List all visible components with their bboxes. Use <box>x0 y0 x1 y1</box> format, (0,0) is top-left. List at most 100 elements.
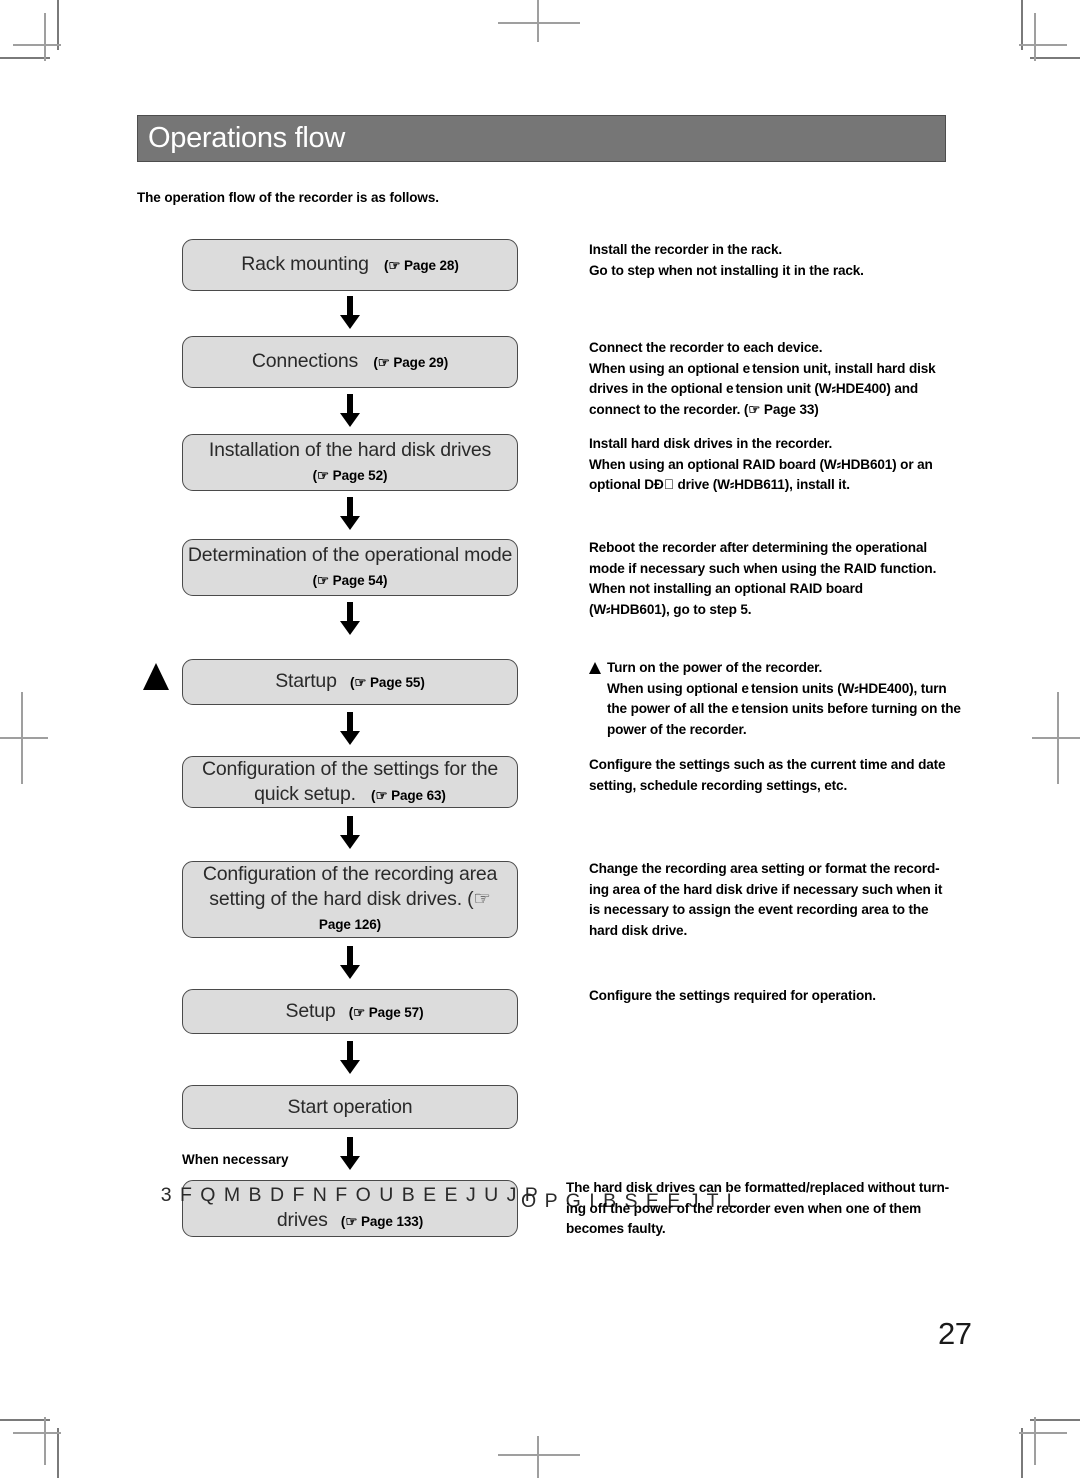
note-line: power of the recorder. <box>607 721 747 737</box>
flow-box-label: Rack mounting <box>241 253 369 275</box>
note-line: drives in the optional e tension unit (W… <box>589 381 919 396</box>
flow-box-replacement-addition-hard-disk-drives: 3 F Q M B D F N F O U B E E J U J P driv… <box>161 1180 538 1237</box>
note-startup: Turn on the power of the recorder. When … <box>589 658 997 740</box>
note-line: Go to step when not installing it in the… <box>589 262 864 278</box>
note-rack-mounting: Install the recorder in the rack. Go to … <box>589 240 989 281</box>
down-arrow-icon <box>338 497 362 531</box>
note-quick-setup: Configure the settings such as the curre… <box>589 755 989 796</box>
down-arrow-icon <box>338 946 362 980</box>
flow-box-label: Configuration of the settings for the <box>201 757 499 780</box>
down-arrow-icon <box>338 1137 362 1171</box>
flow-box-rack-mounting: Rack mounting (☞ Page 28) <box>182 239 518 291</box>
registration-mark-left-horizontal <box>0 737 48 739</box>
note-recording-area: Change the recording area setting or for… <box>589 859 989 941</box>
note-line: hard disk drive. <box>589 922 688 938</box>
flow-box-quick-setup-configuration: Configuration of the settings for the qu… <box>182 756 518 808</box>
note-line: Configure the settings such as the curre… <box>589 757 946 772</box>
flow-box-label-second: setting of the hard disk drives. (☞ <box>209 888 491 910</box>
note-line: Change the recording area setting or for… <box>589 861 940 876</box>
flow-box-label: Configuration of the recording area <box>202 863 498 885</box>
flow-box-page-ref[interactable]: (☞ Page 63) <box>371 788 446 803</box>
crop-mark-bottom-right-inner-vertical <box>1034 1417 1036 1465</box>
flow-box-page-ref[interactable]: Page 126) <box>319 912 381 937</box>
note-line: the power of all the e tension units bef… <box>607 701 961 716</box>
crop-mark-top-right-vertical <box>1021 0 1023 50</box>
note-connections: Connect the recorder to each device. Whe… <box>589 338 989 420</box>
section-header-band: Operations flow <box>137 115 946 162</box>
crop-mark-bottom-left-inner-horizontal <box>13 1432 61 1434</box>
note-line: setting, schedule recording settings, et… <box>589 777 848 793</box>
crop-mark-bottom-left-horizontal <box>0 1419 50 1421</box>
note-line: When using an optional e tension unit, i… <box>589 360 936 376</box>
note-line: is necessary to assign the event recordi… <box>589 902 929 917</box>
note-line: optional DƉ⃝ drive (W⸗HDB611), install i… <box>589 477 850 492</box>
note-line: connect to the recorder. (☞ Page 33) <box>589 401 819 417</box>
registration-mark-bottom-center-horizontal <box>498 1454 580 1456</box>
flow-box-label: Start operation <box>287 1095 413 1118</box>
crop-mark-top-right-horizontal <box>1030 57 1080 59</box>
flow-box-page-ref[interactable]: (☞ Page 57) <box>349 1005 424 1020</box>
flow-box-connections: Connections (☞ Page 29) <box>182 336 518 388</box>
flow-box-page-ref[interactable]: (☞ Page 54) <box>313 568 388 593</box>
note-line: Install hard disk drives in the recorder… <box>589 436 833 451</box>
note-line: When using an optional RAID board (W⸗HDB… <box>589 456 933 472</box>
down-arrow-icon <box>338 602 362 636</box>
flow-box-page-ref[interactable]: (☞ Page 133) <box>341 1214 423 1229</box>
note-replacement: The hard disk drives can be formatted/re… <box>566 1178 996 1240</box>
registration-mark-top-center-vertical <box>537 0 539 42</box>
note-line: When using optional e tension units (W⸗H… <box>607 680 947 696</box>
note-line: mode if necessary such when using the RA… <box>589 560 937 576</box>
flow-box-page-ref[interactable]: (☞ Page 55) <box>350 675 425 690</box>
crop-mark-top-left-vertical <box>57 0 59 50</box>
note-line: ing area of the hard disk drive if neces… <box>589 881 943 897</box>
intro-text: The operation flow of the recorder is as… <box>137 190 439 205</box>
registration-mark-right-horizontal <box>1032 737 1080 739</box>
flow-box-label-second: drives <box>276 1209 328 1231</box>
flow-box-label: Startup <box>275 670 337 692</box>
flow-box-label-second: quick setup. <box>254 782 356 805</box>
crop-mark-bottom-left-vertical <box>57 1428 59 1478</box>
note-line: Install the recorder in the rack. <box>589 242 782 257</box>
down-arrow-icon <box>338 712 362 746</box>
flow-box-determination-operational-mode: Determination of the operational mode (☞… <box>182 539 518 596</box>
flow-box-start-operation: Start operation <box>182 1085 518 1129</box>
flow-box-page-ref[interactable]: (☞ Page 52) <box>313 463 388 488</box>
page-title: Operations flow <box>148 121 345 154</box>
flow-box-label: Installation of the hard disk drives <box>208 438 492 461</box>
flow-box-startup: Startup (☞ Page 55) <box>182 659 518 705</box>
flow-box-page-ref[interactable]: (☞ Page 29) <box>373 355 448 370</box>
crop-mark-bottom-left-inner-vertical <box>44 1417 46 1465</box>
note-line: becomes faulty. <box>566 1221 666 1236</box>
down-arrow-icon <box>338 816 362 850</box>
note-line: (W⸗HDB601), go to step 5. <box>589 601 752 617</box>
note-installation: Install hard disk drives in the recorder… <box>589 434 989 496</box>
crop-mark-top-right-inner-horizontal <box>1019 44 1067 46</box>
flow-box-label: Determination of the operational mode <box>187 543 513 566</box>
crop-mark-top-right-inner-vertical <box>1034 13 1036 61</box>
down-arrow-icon <box>338 1041 362 1075</box>
note-line: Turn on the power of the recorder. <box>607 660 823 675</box>
note-line: Configure the settings required for oper… <box>589 988 876 1003</box>
flow-box-installation-hard-disk-drives: Installation of the hard disk drives (☞ … <box>182 434 518 491</box>
flow-box-label: 3 F Q M B D F N F O U B E E J U J P <box>160 1184 540 1206</box>
when-necessary-label: When necessary <box>182 1152 289 1167</box>
up-triangle-marker-icon <box>143 663 169 690</box>
crop-mark-bottom-right-inner-horizontal <box>1019 1432 1067 1434</box>
crop-mark-top-left-inner-horizontal <box>13 44 61 46</box>
page-number: 27 <box>938 1316 972 1351</box>
note-line: Connect the recorder to each device. <box>589 340 823 355</box>
flow-box-label: Connections <box>251 350 359 372</box>
down-arrow-icon <box>338 296 362 330</box>
up-triangle-marker-icon <box>589 662 601 674</box>
note-line: Reboot the recorder after determining th… <box>589 540 927 555</box>
crop-mark-bottom-right-horizontal <box>1030 1419 1080 1421</box>
note-line: ing off the power of the recorder even w… <box>566 1200 922 1216</box>
crop-mark-bottom-right-vertical <box>1021 1428 1023 1478</box>
crop-mark-top-left-inner-vertical <box>44 13 46 61</box>
crop-mark-top-left-horizontal <box>0 57 50 59</box>
note-line: The hard disk drives can be formatted/re… <box>566 1180 950 1195</box>
flow-box-setup: Setup (☞ Page 57) <box>182 989 518 1034</box>
note-line: When not installing an optional RAID boa… <box>589 581 863 596</box>
flow-box-page-ref[interactable]: (☞ Page 28) <box>384 258 459 273</box>
down-arrow-icon <box>338 394 362 428</box>
